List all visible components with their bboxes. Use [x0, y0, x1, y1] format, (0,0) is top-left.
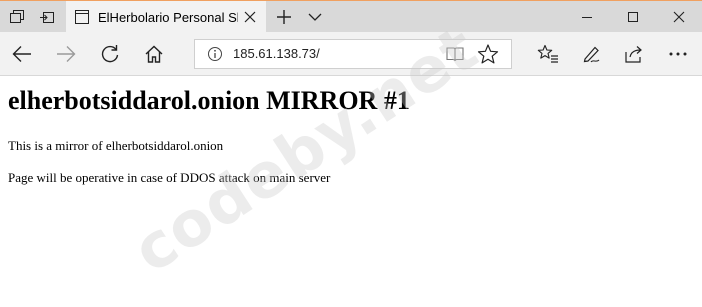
forward-button[interactable]	[48, 36, 84, 72]
window-close-button[interactable]	[656, 1, 702, 33]
tab-list-button[interactable]	[300, 1, 330, 33]
maximize-button[interactable]	[610, 1, 656, 33]
share-icon	[624, 44, 644, 64]
favorite-star-icon[interactable]	[477, 43, 499, 65]
tab-bar: ElHerbolario Personal Sl	[0, 0, 702, 33]
tab-title: ElHerbolario Personal Sl	[98, 9, 238, 25]
back-arrow-icon	[12, 45, 32, 63]
refresh-button[interactable]	[92, 36, 128, 72]
share-button[interactable]	[616, 36, 652, 72]
reading-view-icon[interactable]	[445, 44, 465, 64]
tab-preview-button[interactable]	[2, 1, 32, 33]
more-button[interactable]	[660, 36, 696, 72]
favorites-hub-icon	[537, 44, 559, 64]
mirror-description: This is a mirror of elherbotsiddarol.oni…	[8, 138, 224, 153]
refresh-icon	[100, 44, 120, 64]
page-icon	[74, 9, 90, 25]
page-heading: elherbotsiddarol.onion MIRROR #1	[8, 86, 410, 115]
more-icon	[668, 51, 688, 57]
new-tab-button[interactable]	[268, 1, 300, 33]
back-button[interactable]	[4, 36, 40, 72]
home-button[interactable]	[136, 36, 172, 72]
active-tab[interactable]: ElHerbolario Personal Sl	[66, 1, 266, 33]
maximize-icon	[627, 11, 639, 23]
url-text[interactable]: 185.61.138.73/	[233, 46, 320, 61]
tab-close-icon[interactable]	[242, 9, 258, 25]
home-icon	[144, 44, 164, 64]
minimize-button[interactable]	[564, 1, 610, 33]
page-content: elherbotsiddarol.onion MIRROR #1 This is…	[0, 11, 702, 307]
plus-icon	[276, 9, 292, 25]
set-aside-tabs-button[interactable]	[32, 1, 62, 33]
ddos-notice: Page will be operative in case of DDOS a…	[8, 170, 331, 185]
address-bar[interactable]: 185.61.138.73/	[194, 39, 512, 69]
minimize-icon	[581, 11, 593, 23]
forward-arrow-icon	[56, 45, 76, 63]
navigation-bar: 185.61.138.73/	[0, 32, 702, 76]
tab-preview-icon	[9, 9, 25, 25]
chevron-down-icon	[308, 12, 322, 22]
set-aside-tabs-icon	[39, 9, 55, 25]
web-note-icon	[582, 44, 602, 64]
favorites-hub-button[interactable]	[530, 36, 566, 72]
info-icon[interactable]	[207, 46, 223, 62]
close-icon	[673, 11, 685, 23]
web-note-button[interactable]	[574, 36, 610, 72]
